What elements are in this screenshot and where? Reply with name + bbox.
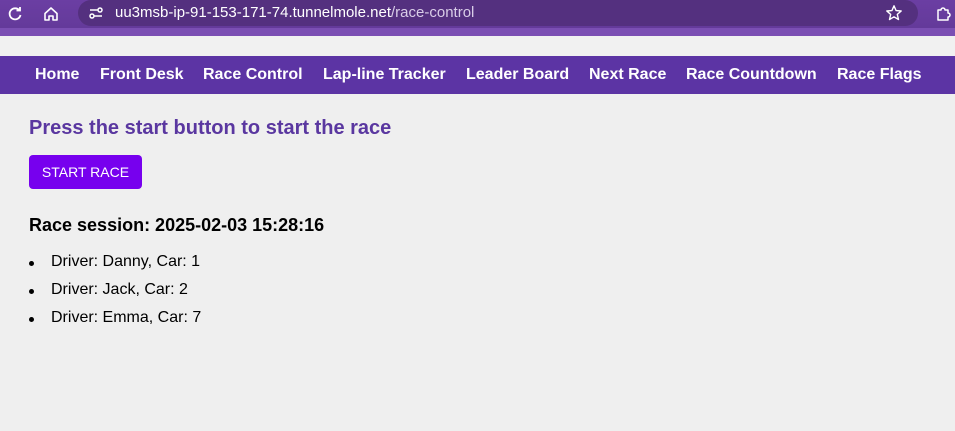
main-nav: Home Front Desk Race Control Lap-line Tr… xyxy=(0,56,955,94)
nav-item-race-flags[interactable]: Race Flags xyxy=(837,65,921,85)
driver-list-item: Driver: Emma, Car: 7 xyxy=(29,308,201,336)
url-host: uu3msb-ip-91-153-171-74.tunnelmole.net xyxy=(115,4,392,21)
nav-item-leader-board[interactable]: Leader Board xyxy=(466,65,569,85)
nav-item-race-countdown[interactable]: Race Countdown xyxy=(686,65,817,85)
driver-entry-text: Driver: Danny, Car: 1 xyxy=(51,253,201,270)
url-text: uu3msb-ip-91-153-171-74.tunnelmole.net/r… xyxy=(115,4,474,22)
nav-item-front-desk[interactable]: Front Desk xyxy=(100,65,184,85)
start-race-button[interactable]: START RACE xyxy=(29,155,142,189)
browser-toolbar: uu3msb-ip-91-153-171-74.tunnelmole.net/r… xyxy=(0,0,955,28)
bookmark-star-icon[interactable] xyxy=(883,2,905,24)
page-top-gap xyxy=(0,36,955,56)
url-path: /race-control xyxy=(391,4,475,21)
nav-item-lap-line-tracker[interactable]: Lap-line Tracker xyxy=(323,65,446,85)
nav-item-race-control[interactable]: Race Control xyxy=(203,65,303,85)
race-session-title: Race session: 2025-02-03 15:28:16 xyxy=(29,215,325,235)
driver-entry-text: Driver: Emma, Car: 7 xyxy=(51,309,202,326)
site-info-icon[interactable] xyxy=(86,3,106,23)
bullet-icon xyxy=(29,261,34,266)
bullet-icon xyxy=(29,317,34,322)
extensions-icon[interactable] xyxy=(933,2,955,24)
address-bar[interactable]: uu3msb-ip-91-153-171-74.tunnelmole.net/r… xyxy=(78,0,918,26)
nav-item-home[interactable]: Home xyxy=(35,65,79,85)
page-heading: Press the start button to start the race xyxy=(29,117,392,139)
home-icon[interactable] xyxy=(40,3,62,25)
driver-list: Driver: Danny, Car: 1 Driver: Jack, Car:… xyxy=(29,252,201,336)
bullet-icon xyxy=(29,289,34,294)
browser-bookmarks-strip xyxy=(0,28,955,36)
driver-entry-text: Driver: Jack, Car: 2 xyxy=(51,281,188,298)
reload-icon[interactable] xyxy=(4,3,26,25)
driver-list-item: Driver: Danny, Car: 1 xyxy=(29,252,201,280)
nav-item-next-race[interactable]: Next Race xyxy=(589,65,666,85)
driver-list-item: Driver: Jack, Car: 2 xyxy=(29,280,201,308)
